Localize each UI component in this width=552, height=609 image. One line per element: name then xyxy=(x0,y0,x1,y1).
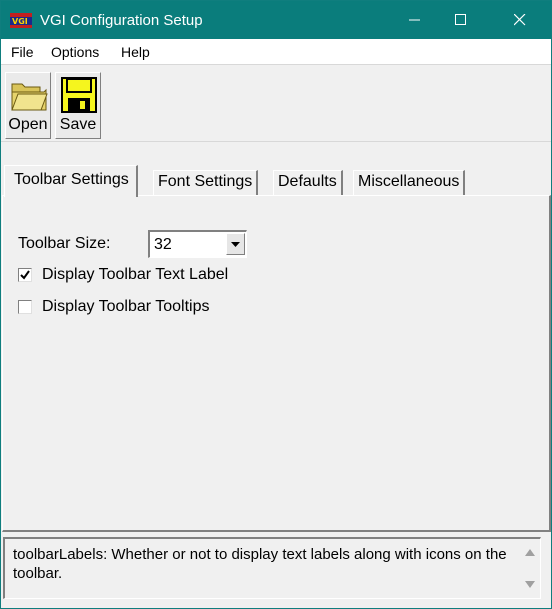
toolbar-size-label: Toolbar Size: xyxy=(18,235,111,252)
minimize-icon xyxy=(409,19,420,21)
display-text-label-text: Display Toolbar Text Label xyxy=(42,266,229,283)
minimize-button[interactable] xyxy=(392,1,438,39)
app-window: VGI VGI Configuration Setup File Options… xyxy=(0,0,552,609)
menu-file[interactable]: File xyxy=(11,44,34,60)
tab-defaults-label: Defaults xyxy=(278,173,337,190)
menu-options[interactable]: Options xyxy=(51,44,99,60)
tab-miscellaneous-label: Miscellaneous xyxy=(358,173,460,190)
title-bar[interactable]: VGI VGI Configuration Setup xyxy=(1,1,551,39)
description-box: toolbarLabels: Whether or not to display… xyxy=(3,537,541,599)
toolbar-size-dropdown[interactable]: 32 xyxy=(148,230,247,258)
menu-bar: File Options Help xyxy=(1,39,551,65)
vgi-flag-icon: VGI xyxy=(10,13,32,28)
checkmark-icon xyxy=(20,270,30,280)
display-tooltips-checkbox[interactable] xyxy=(18,300,32,314)
scroll-down-icon[interactable] xyxy=(525,581,535,588)
floppy-disk-icon xyxy=(61,77,97,113)
description-scrollbar[interactable] xyxy=(522,541,538,596)
tab-font-settings-label: Font Settings xyxy=(158,173,253,190)
folder-icon xyxy=(11,83,48,111)
open-button-label: Open xyxy=(8,116,48,133)
maximize-icon xyxy=(455,14,466,25)
save-button-label: Save xyxy=(59,116,97,133)
svg-text:VGI: VGI xyxy=(12,17,28,26)
scroll-up-icon[interactable] xyxy=(525,549,535,556)
chevron-down-icon xyxy=(231,242,240,247)
tab-toolbar-settings-label: Toolbar Settings xyxy=(14,171,129,188)
dropdown-button[interactable] xyxy=(226,233,245,255)
tab-toolbar-settings[interactable]: Toolbar Settings xyxy=(4,165,138,197)
description-text: toolbarLabels: Whether or not to display… xyxy=(13,546,507,582)
menu-help[interactable]: Help xyxy=(121,44,150,60)
open-button[interactable]: Open xyxy=(5,72,51,139)
close-button[interactable] xyxy=(497,1,543,39)
maximize-button[interactable] xyxy=(438,1,484,39)
save-button[interactable]: Save xyxy=(55,72,101,139)
toolbar: Open Save xyxy=(1,66,551,142)
tab-font-settings[interactable]: Font Settings xyxy=(153,170,259,195)
close-icon xyxy=(514,14,526,26)
tab-miscellaneous[interactable]: Miscellaneous xyxy=(353,170,466,195)
display-tooltips-text: Display Toolbar Tooltips xyxy=(42,298,210,315)
tab-panel-toolbar-settings: Toolbar Size: 32 Display Toolbar Text La… xyxy=(2,195,551,532)
window-title: VGI Configuration Setup xyxy=(40,12,203,29)
display-text-label-checkbox[interactable] xyxy=(18,268,32,282)
tab-defaults[interactable]: Defaults xyxy=(273,170,343,195)
toolbar-size-value: 32 xyxy=(154,236,172,253)
